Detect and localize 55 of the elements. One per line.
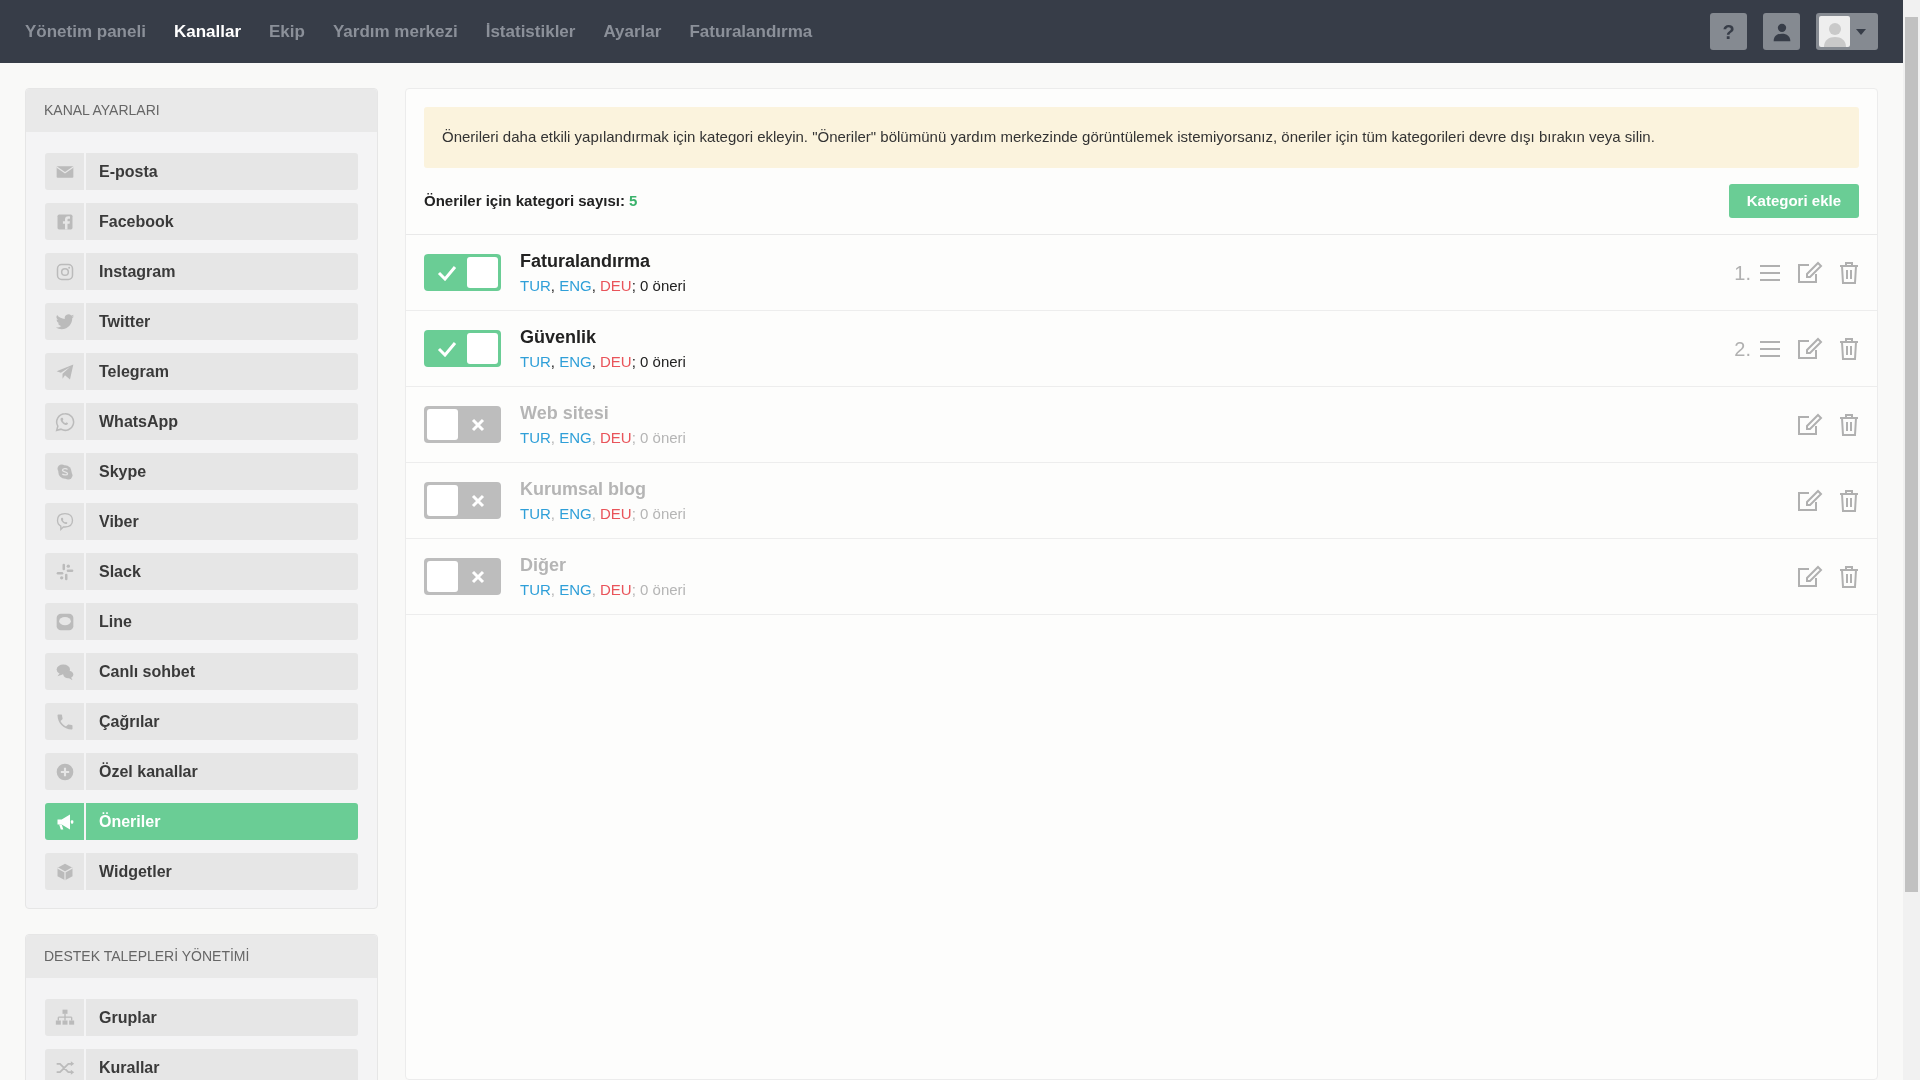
scrollbar-thumb[interactable] bbox=[1905, 17, 1918, 892]
speech-bubble-icon bbox=[54, 611, 75, 632]
close-icon bbox=[471, 569, 485, 584]
cube-icon bbox=[54, 861, 75, 882]
delete-button[interactable] bbox=[1839, 336, 1859, 361]
category-languages: TUR, ENG, DEU; 0 öneri bbox=[520, 503, 687, 524]
toggle-switch[interactable] bbox=[424, 254, 501, 291]
order-number: 2. bbox=[1734, 336, 1751, 362]
delete-button[interactable] bbox=[1839, 412, 1859, 437]
edit-button[interactable] bbox=[1797, 412, 1823, 437]
toggle-switch[interactable] bbox=[424, 482, 501, 519]
category-title: Faturalandırma bbox=[520, 249, 652, 273]
category-languages: TUR, ENG, DEU; 0 öneri bbox=[520, 579, 687, 600]
profile-button[interactable] bbox=[1763, 13, 1800, 50]
bird-icon bbox=[54, 311, 75, 332]
close-icon bbox=[471, 493, 485, 508]
category-languages: TUR, ENG, DEU; 0 öneri bbox=[520, 275, 687, 296]
caret-icon bbox=[1856, 28, 1866, 35]
delete-button[interactable] bbox=[1839, 564, 1859, 589]
user-menu-button[interactable] bbox=[1816, 13, 1878, 50]
chat-phone-icon bbox=[54, 411, 75, 432]
category-languages: TUR, ENG, DEU; 0 öneri bbox=[520, 351, 687, 372]
nav-link[interactable]: Kanallar bbox=[173, 18, 241, 45]
phone-bubble-icon bbox=[54, 511, 75, 532]
scrollbar[interactable] bbox=[1903, 0, 1920, 1080]
category-title: Kurumsal blog bbox=[520, 477, 647, 501]
instagram-icon bbox=[54, 261, 75, 282]
category-title: Güvenlik bbox=[520, 325, 598, 349]
toggle-switch[interactable] bbox=[424, 558, 501, 595]
check-icon bbox=[437, 264, 457, 281]
drag-handle[interactable] bbox=[1759, 339, 1781, 358]
category-title: Web sitesi bbox=[520, 401, 610, 425]
category-title: Diğer bbox=[520, 553, 567, 577]
plus-circle-icon bbox=[54, 761, 75, 782]
edit-button[interactable] bbox=[1797, 336, 1823, 361]
order-number: 1. bbox=[1734, 260, 1751, 286]
avatar-icon bbox=[1819, 16, 1850, 47]
drag-handle[interactable] bbox=[1759, 263, 1781, 282]
section-heading: KANAL AYARLARI bbox=[26, 89, 377, 132]
category-count: Öneriler için kategori sayısı: 5 bbox=[424, 190, 638, 211]
delete-button[interactable] bbox=[1839, 260, 1859, 285]
edit-button[interactable] bbox=[1797, 564, 1823, 589]
section-heading: DESTEK TALEPLERİ YÖNETİMİ bbox=[26, 935, 377, 978]
edit-button[interactable] bbox=[1797, 260, 1823, 285]
delete-button[interactable] bbox=[1839, 488, 1859, 513]
hashtag-icon bbox=[54, 561, 75, 582]
toggle-switch[interactable] bbox=[424, 406, 501, 443]
check-icon bbox=[437, 340, 457, 357]
category-languages: TUR, ENG, DEU; 0 öneri bbox=[520, 427, 687, 448]
edit-button[interactable] bbox=[1797, 488, 1823, 513]
toggle-switch[interactable] bbox=[424, 330, 501, 367]
close-icon bbox=[471, 417, 485, 432]
person-icon bbox=[1771, 21, 1792, 42]
info-alert: Önerileri daha etkili yapılandırmak için kategori ekleyin. "Öneriler" bölümünü yardım merkezinde görüntülemek istemiyorsanız, öneriler için tüm kategorileri devre dışı bırakın veya silin. bbox=[424, 107, 1859, 168]
sitemap-icon bbox=[54, 1007, 75, 1028]
